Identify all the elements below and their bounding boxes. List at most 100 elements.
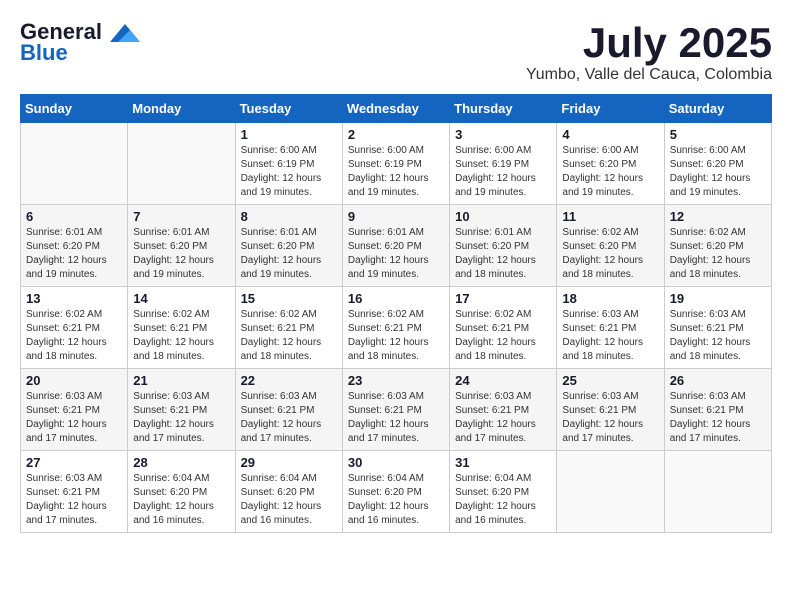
weekday-header-row: SundayMondayTuesdayWednesdayThursdayFrid…	[21, 95, 772, 123]
weekday-header-monday: Monday	[128, 95, 235, 123]
day-number: 8	[241, 209, 337, 224]
logo-icon	[110, 24, 140, 42]
day-number: 21	[133, 373, 229, 388]
day-number: 14	[133, 291, 229, 306]
calendar-cell: 17 Sunrise: 6:02 AM Sunset: 6:21 PM Dayli…	[450, 287, 557, 369]
day-number: 15	[241, 291, 337, 306]
calendar-cell	[128, 123, 235, 205]
day-number: 5	[670, 127, 766, 142]
calendar-cell: 24 Sunrise: 6:03 AM Sunset: 6:21 PM Dayli…	[450, 369, 557, 451]
day-number: 24	[455, 373, 551, 388]
calendar-cell: 19 Sunrise: 6:03 AM Sunset: 6:21 PM Dayli…	[664, 287, 771, 369]
calendar-cell: 27Sunrise: 6:03 AM Sunset: 6:21 PM Dayli…	[21, 451, 128, 533]
day-number: 19	[670, 291, 766, 306]
page-header: General Blue July 2025 Yumbo, Valle del …	[20, 20, 772, 84]
day-number: 2	[348, 127, 444, 142]
calendar-cell: 30 Sunrise: 6:04 AM Sunset: 6:20 PM Dayli…	[342, 451, 449, 533]
calendar-cell: 31 Sunrise: 6:04 AM Sunset: 6:20 PM Dayli…	[450, 451, 557, 533]
day-number: 31	[455, 455, 551, 470]
calendar-table: SundayMondayTuesdayWednesdayThursdayFrid…	[20, 94, 772, 533]
day-info: Sunrise: 6:04 AM Sunset: 6:20 PM Dayligh…	[348, 472, 444, 528]
calendar-cell: 13 Sunrise: 6:02 AM Sunset: 6:21 PM Dayli…	[21, 287, 128, 369]
calendar-cell: 7Sunrise: 6:01 AM Sunset: 6:20 PM Daylig…	[128, 205, 235, 287]
location-title: Yumbo, Valle del Cauca, Colombia	[526, 66, 772, 84]
calendar-cell: 11 Sunrise: 6:02 AM Sunset: 6:20 PM Dayli…	[557, 205, 664, 287]
calendar-cell: 28Sunrise: 6:04 AM Sunset: 6:20 PM Dayli…	[128, 451, 235, 533]
day-number: 27	[26, 455, 122, 470]
day-number: 20	[26, 373, 122, 388]
weekday-header-saturday: Saturday	[664, 95, 771, 123]
day-info: Sunrise: 6:03 AM Sunset: 6:21 PM Dayligh…	[562, 308, 658, 364]
day-number: 18	[562, 291, 658, 306]
day-info: Sunrise: 6:03 AM Sunset: 6:21 PM Dayligh…	[455, 390, 551, 446]
calendar-cell: 4Sunrise: 6:00 AM Sunset: 6:20 PM Daylig…	[557, 123, 664, 205]
calendar-cell	[21, 123, 128, 205]
day-info: Sunrise: 6:03 AM Sunset: 6:21 PM Dayligh…	[670, 390, 766, 446]
day-number: 17	[455, 291, 551, 306]
calendar-cell	[557, 451, 664, 533]
day-info: Sunrise: 6:03 AM Sunset: 6:21 PM Dayligh…	[562, 390, 658, 446]
day-number: 22	[241, 373, 337, 388]
calendar-cell: 18 Sunrise: 6:03 AM Sunset: 6:21 PM Dayli…	[557, 287, 664, 369]
week-row-1: 1 Sunrise: 6:00 AM Sunset: 6:19 PM Daylig…	[21, 123, 772, 205]
day-number: 1	[241, 127, 337, 142]
day-info: Sunrise: 6:02 AM Sunset: 6:21 PM Dayligh…	[26, 308, 122, 364]
calendar-cell: 21 Sunrise: 6:03 AM Sunset: 6:21 PM Dayli…	[128, 369, 235, 451]
day-number: 6	[26, 209, 122, 224]
calendar-cell: 1 Sunrise: 6:00 AM Sunset: 6:19 PM Daylig…	[235, 123, 342, 205]
day-info: Sunrise: 6:01 AM Sunset: 6:20 PM Dayligh…	[241, 226, 337, 282]
day-info: Sunrise: 6:02 AM Sunset: 6:20 PM Dayligh…	[670, 226, 766, 282]
day-number: 12	[670, 209, 766, 224]
day-info: Sunrise: 6:03 AM Sunset: 6:21 PM Dayligh…	[670, 308, 766, 364]
day-info: Sunrise: 6:02 AM Sunset: 6:20 PM Dayligh…	[562, 226, 658, 282]
day-info: Sunrise: 6:00 AM Sunset: 6:20 PM Dayligh…	[562, 144, 658, 200]
calendar-cell: 15 Sunrise: 6:02 AM Sunset: 6:21 PM Dayli…	[235, 287, 342, 369]
day-info: Sunrise: 6:00 AM Sunset: 6:19 PM Dayligh…	[241, 144, 337, 200]
day-info: Sunrise: 6:00 AM Sunset: 6:20 PM Dayligh…	[670, 144, 766, 200]
day-number: 7	[133, 209, 229, 224]
calendar-cell: 20 Sunrise: 6:03 AM Sunset: 6:21 PM Dayli…	[21, 369, 128, 451]
day-info: Sunrise: 6:03 AM Sunset: 6:21 PM Dayligh…	[26, 390, 122, 446]
day-info: Sunrise: 6:03 AM Sunset: 6:21 PM Dayligh…	[241, 390, 337, 446]
calendar-cell: 5 Sunrise: 6:00 AM Sunset: 6:20 PM Daylig…	[664, 123, 771, 205]
calendar-cell: 2Sunrise: 6:00 AM Sunset: 6:19 PM Daylig…	[342, 123, 449, 205]
day-number: 13	[26, 291, 122, 306]
day-info: Sunrise: 6:03 AM Sunset: 6:21 PM Dayligh…	[133, 390, 229, 446]
calendar-cell: 14 Sunrise: 6:02 AM Sunset: 6:21 PM Dayli…	[128, 287, 235, 369]
day-number: 25	[562, 373, 658, 388]
day-number: 11	[562, 209, 658, 224]
calendar-cell: 25 Sunrise: 6:03 AM Sunset: 6:21 PM Dayli…	[557, 369, 664, 451]
day-info: Sunrise: 6:02 AM Sunset: 6:21 PM Dayligh…	[241, 308, 337, 364]
calendar-cell: 29 Sunrise: 6:04 AM Sunset: 6:20 PM Dayli…	[235, 451, 342, 533]
day-number: 26	[670, 373, 766, 388]
week-row-2: 6 Sunrise: 6:01 AM Sunset: 6:20 PM Daylig…	[21, 205, 772, 287]
week-row-4: 20 Sunrise: 6:03 AM Sunset: 6:21 PM Dayli…	[21, 369, 772, 451]
day-info: Sunrise: 6:02 AM Sunset: 6:21 PM Dayligh…	[133, 308, 229, 364]
month-title: July 2025	[526, 20, 772, 66]
day-info: Sunrise: 6:04 AM Sunset: 6:20 PM Dayligh…	[241, 472, 337, 528]
day-info: Sunrise: 6:04 AM Sunset: 6:20 PM Dayligh…	[133, 472, 229, 528]
day-number: 9	[348, 209, 444, 224]
day-info: Sunrise: 6:03 AM Sunset: 6:21 PM Dayligh…	[348, 390, 444, 446]
day-info: Sunrise: 6:01 AM Sunset: 6:20 PM Dayligh…	[348, 226, 444, 282]
logo: General Blue	[20, 20, 140, 66]
day-number: 23	[348, 373, 444, 388]
day-number: 30	[348, 455, 444, 470]
day-number: 29	[241, 455, 337, 470]
day-info: Sunrise: 6:00 AM Sunset: 6:19 PM Dayligh…	[455, 144, 551, 200]
weekday-header-thursday: Thursday	[450, 95, 557, 123]
title-block: July 2025 Yumbo, Valle del Cauca, Colomb…	[526, 20, 772, 84]
day-info: Sunrise: 6:02 AM Sunset: 6:21 PM Dayligh…	[348, 308, 444, 364]
day-number: 3	[455, 127, 551, 142]
calendar-cell: 9 Sunrise: 6:01 AM Sunset: 6:20 PM Daylig…	[342, 205, 449, 287]
calendar-cell: 8 Sunrise: 6:01 AM Sunset: 6:20 PM Daylig…	[235, 205, 342, 287]
day-info: Sunrise: 6:01 AM Sunset: 6:20 PM Dayligh…	[26, 226, 122, 282]
weekday-header-wednesday: Wednesday	[342, 95, 449, 123]
calendar-cell: 3 Sunrise: 6:00 AM Sunset: 6:19 PM Daylig…	[450, 123, 557, 205]
weekday-header-tuesday: Tuesday	[235, 95, 342, 123]
calendar-cell: 26 Sunrise: 6:03 AM Sunset: 6:21 PM Dayli…	[664, 369, 771, 451]
weekday-header-sunday: Sunday	[21, 95, 128, 123]
day-info: Sunrise: 6:04 AM Sunset: 6:20 PM Dayligh…	[455, 472, 551, 528]
day-info: Sunrise: 6:02 AM Sunset: 6:21 PM Dayligh…	[455, 308, 551, 364]
calendar-cell: 22 Sunrise: 6:03 AM Sunset: 6:21 PM Dayli…	[235, 369, 342, 451]
